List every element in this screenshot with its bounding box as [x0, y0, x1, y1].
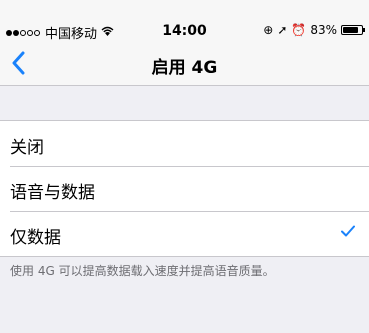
battery-icon [341, 25, 365, 35]
status-right: ⊕ ➚ ⏰ 83% [259, 23, 365, 37]
lock-rotation-icon: ⊕ [263, 23, 274, 37]
location-icon: ➚ [277, 23, 288, 37]
battery-tip [363, 28, 365, 32]
battery-fill [343, 27, 358, 33]
battery-percent: 83% [310, 23, 337, 37]
option-data-only[interactable]: 仅数据 [0, 211, 369, 256]
navigation-bar: 启用 4G [0, 40, 369, 86]
status-bar: 中国移动 14:00 ⊕ ➚ ⏰ 83% [0, 0, 369, 42]
option-label: 关闭 [10, 138, 44, 158]
page-title: 启用 4G [151, 58, 218, 78]
footer-description: 使用 4G 可以提高数据载入速度并提高语音质量。 [10, 264, 275, 278]
option-label: 语音与数据 [10, 183, 95, 203]
option-off[interactable]: 关闭 [0, 121, 369, 166]
alarm-icon: ⏰ [291, 23, 307, 37]
option-voice-and-data[interactable]: 语音与数据 [0, 166, 369, 211]
options-list: 关闭 语音与数据 仅数据 [0, 120, 369, 257]
checkmark-icon [341, 221, 355, 242]
option-label: 仅数据 [10, 228, 61, 248]
